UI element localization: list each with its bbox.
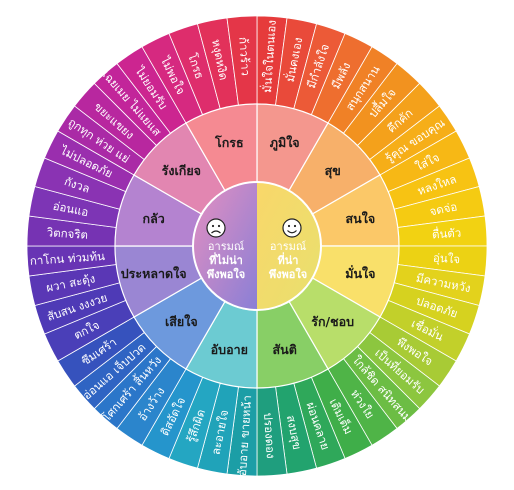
primary-emotion-label: สนใจ — [346, 211, 376, 226]
emotion-wheel-svg: มั่นใจในตนเอง มั่นคงเองมีกำลังใจมีพลังสนุ… — [26, 15, 488, 476]
sad-face-icon — [206, 218, 226, 238]
unpleasant-label-line1: อารมณ์ — [208, 240, 244, 253]
outer-emotion-label: ก้าวร้าว — [236, 36, 253, 76]
primary-emotion-label: อับอาย — [211, 342, 248, 357]
pleasant-label-line2: ที่น่า — [278, 252, 299, 267]
outer-emotion-label: วิตกจริต — [46, 225, 89, 242]
center-circle: อารมณ์ ที่ไม่น่า พึงพอใจ อารมณ์ ที่น่า พ… — [192, 181, 322, 311]
outer-emotion-label: ตื่นตัว — [431, 225, 461, 242]
pleasant-label-line3: พึงพอใจ — [269, 267, 307, 281]
primary-emotion-label: กลัว — [143, 211, 165, 226]
primary-emotion-label: สันติ — [273, 342, 297, 357]
primary-emotion-label: ประหลาดใจ — [121, 266, 187, 281]
primary-emotion-label: รังเกียจ — [162, 163, 201, 178]
pleasant-label-line1: อารมณ์ — [270, 240, 306, 253]
primary-emotion-label: รัก/ชอบ — [311, 314, 354, 329]
unpleasant-label-line3: พึงพอใจ — [207, 267, 245, 281]
outer-emotion-label: อุ่นใจ — [433, 251, 461, 267]
primary-emotion-label: สุข — [325, 163, 341, 179]
primary-emotion-label: มั่นใจ — [345, 265, 375, 281]
happy-face-icon — [282, 218, 302, 238]
unpleasant-label-line2: ที่ไม่น่า — [209, 252, 243, 267]
primary-emotion-label: ภูมิใจ — [270, 135, 300, 151]
emotion-wheel: มั่นใจในตนเอง มั่นคงเอง มีกำลังใจ มีพลัง สนุ… — [0, 0, 514, 486]
primary-emotion-label: เสียใจ — [165, 314, 198, 329]
primary-emotion-label: โกรธ — [214, 135, 244, 150]
